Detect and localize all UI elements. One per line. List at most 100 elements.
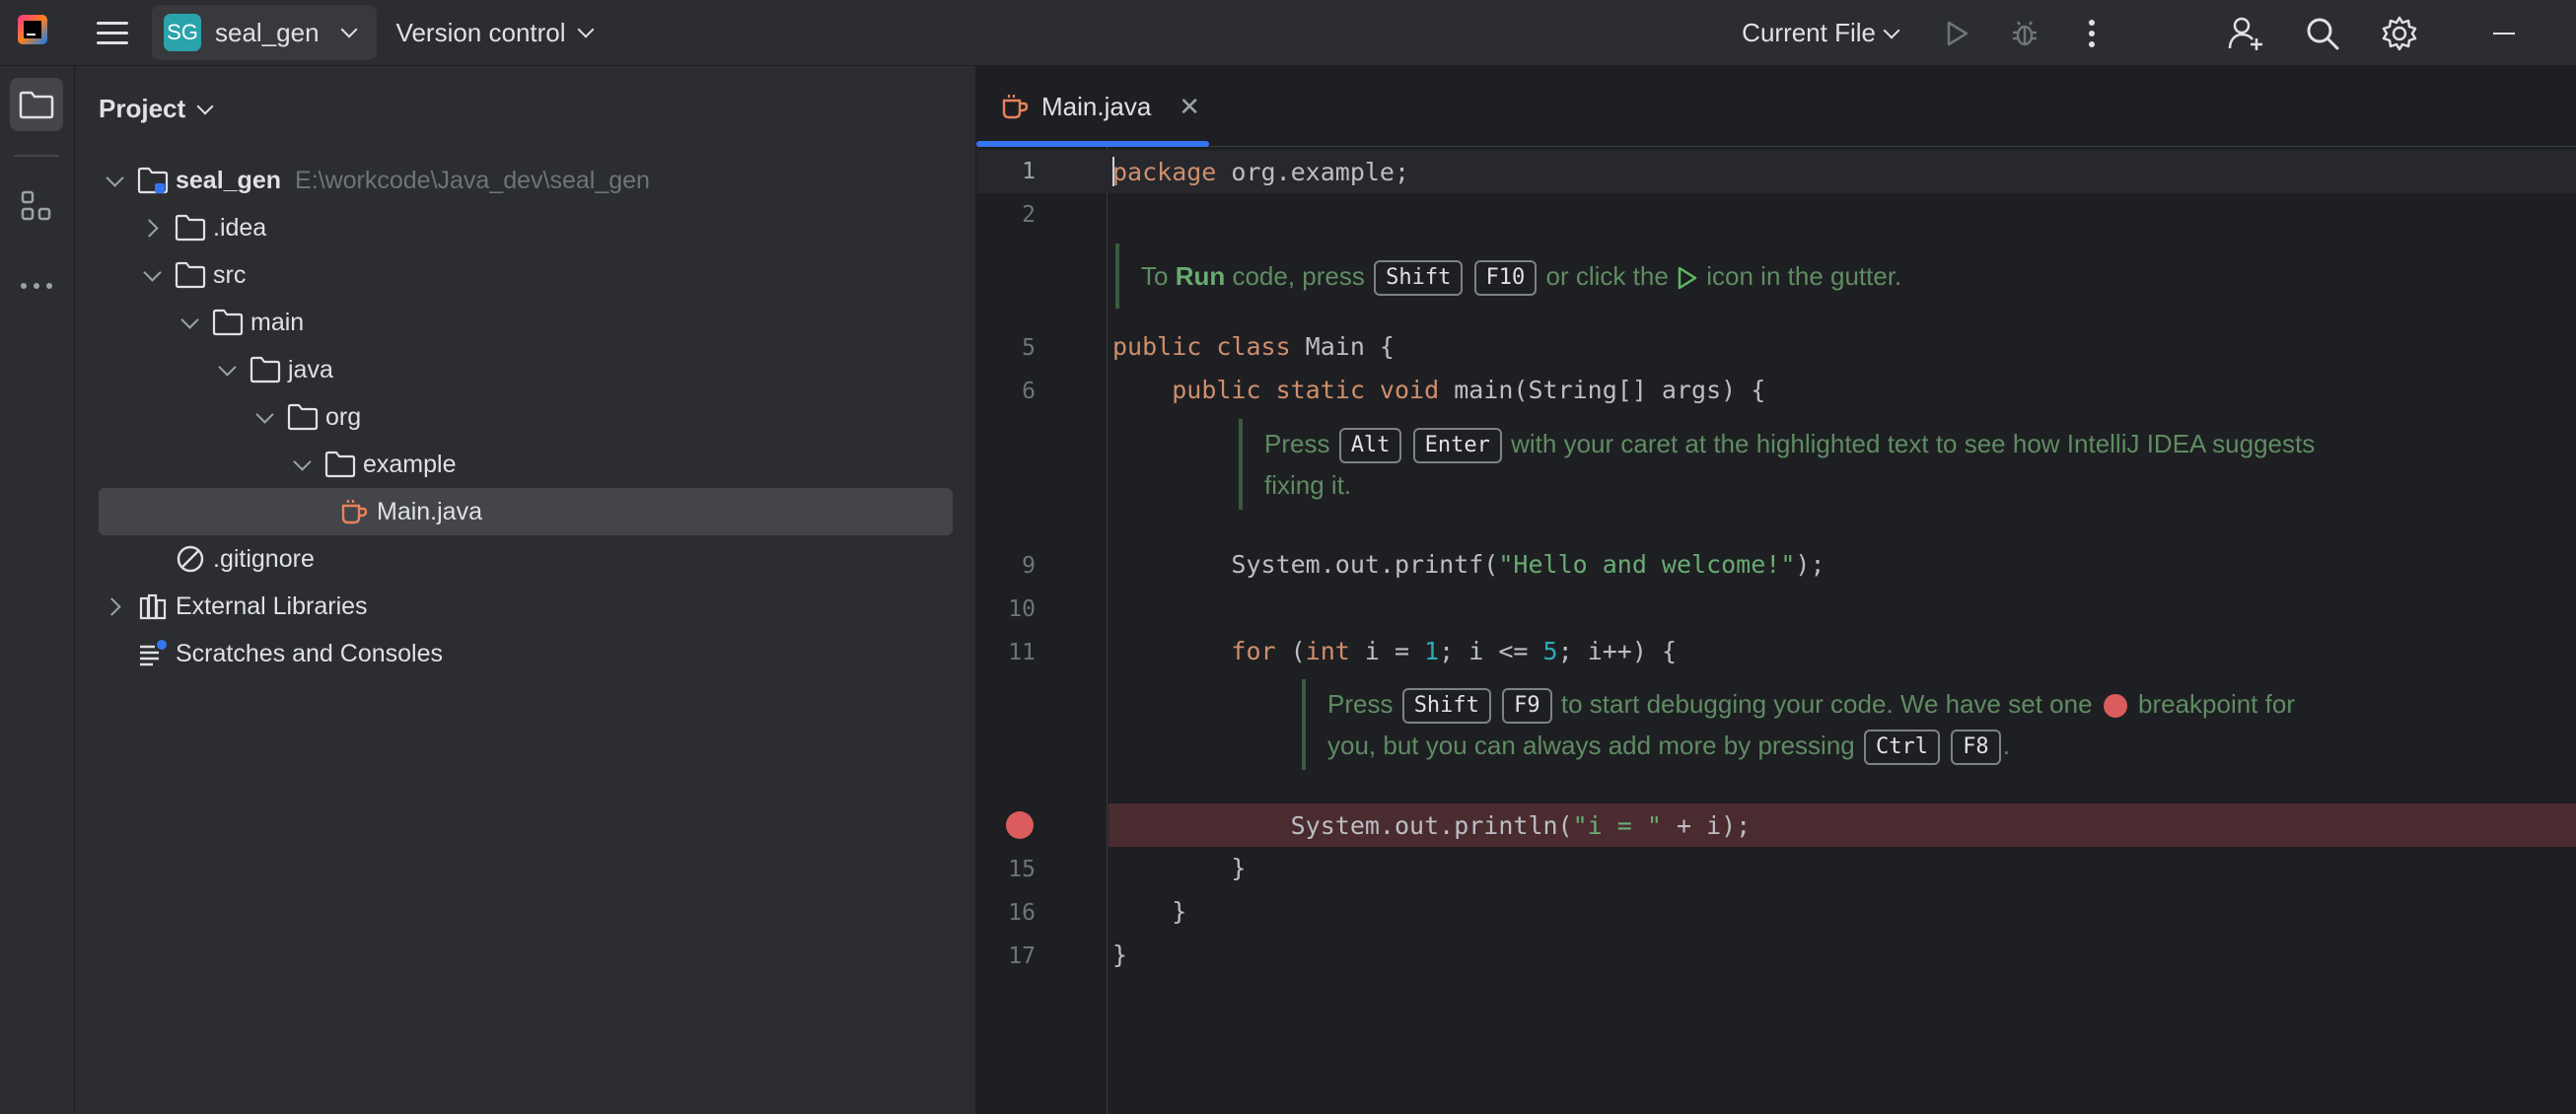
close-icon[interactable]: ✕ xyxy=(1179,92,1200,122)
code-token: "Hello and welcome!" xyxy=(1498,549,1796,579)
code-line[interactable]: public class Main { xyxy=(1112,326,1395,366)
editor-tab-bar: Main.java ✕ xyxy=(976,66,2576,147)
shortcut-key: Alt xyxy=(1338,428,1402,464)
hint-text: Press xyxy=(1327,689,1400,719)
tree-item-src[interactable]: src xyxy=(75,251,976,299)
code-with-me-button[interactable] xyxy=(2223,11,2268,56)
project-switcher[interactable]: SG seal_gen xyxy=(152,5,377,60)
tree-item-external-libraries[interactable]: External Libraries xyxy=(75,583,976,630)
chevron-down-icon[interactable] xyxy=(103,169,126,192)
code-token: System.out.printf( xyxy=(1231,549,1499,579)
project-tree: seal_gen E:\workcode\Java_dev\seal_gen .… xyxy=(75,157,976,677)
code-line[interactable]: for (int i = 1; i <= 5; i++) { xyxy=(1112,631,1677,670)
scratches-icon xyxy=(136,639,170,668)
module-folder-icon xyxy=(136,166,170,195)
run-configuration-selector[interactable]: Current File xyxy=(1742,18,1900,48)
more-tools-button[interactable] xyxy=(10,259,63,313)
gear-icon xyxy=(2382,16,2417,50)
line-number[interactable]: 9 xyxy=(976,553,1036,579)
code-token: package xyxy=(1112,157,1217,186)
search-button[interactable] xyxy=(2300,11,2345,56)
tree-item-scratches[interactable]: Scratches and Consoles xyxy=(75,630,976,677)
code-line[interactable]: } xyxy=(1112,848,1246,887)
code-token: } xyxy=(1112,896,1187,926)
java-file-icon xyxy=(337,497,371,526)
breakpoint-icon[interactable] xyxy=(1006,811,1034,839)
code-token: + i); xyxy=(1661,810,1752,840)
hint-text: Run xyxy=(1175,261,1226,291)
folder-icon xyxy=(249,355,282,384)
code-line[interactable]: } xyxy=(1112,935,1127,974)
debug-button[interactable] xyxy=(2002,11,2047,56)
chevron-down-icon[interactable] xyxy=(178,311,201,334)
code-line[interactable]: System.out.printf("Hello and welcome!"); xyxy=(1112,544,1825,584)
chevron-down-icon[interactable] xyxy=(140,263,164,287)
code-token: } xyxy=(1112,853,1247,882)
version-control-label: Version control xyxy=(395,17,566,47)
line-number[interactable]: 11 xyxy=(976,640,1036,665)
tree-item-label: Scratches and Consoles xyxy=(176,639,443,667)
chevron-right-icon[interactable] xyxy=(140,216,164,240)
line-number[interactable]: 15 xyxy=(976,857,1036,882)
chevron-down-icon[interactable] xyxy=(252,405,276,429)
code-line[interactable]: package org.example; xyxy=(1112,152,1409,191)
project-panel: Project seal_gen E:\workcode\Java_dev\se… xyxy=(75,66,976,1114)
tree-item-seal-gen[interactable]: seal_gen E:\workcode\Java_dev\seal_gen xyxy=(75,157,976,204)
tab-main-java[interactable]: Main.java ✕ xyxy=(1000,66,1200,147)
tree-item-main-java[interactable]: Main.java xyxy=(99,488,953,535)
line-number[interactable]: 2 xyxy=(976,202,1036,228)
line-number[interactable]: 17 xyxy=(976,943,1036,969)
tree-item-example[interactable]: example xyxy=(75,441,976,488)
chevron-down-icon xyxy=(1883,22,1900,38)
hint-text: with your caret at the highlighted text … xyxy=(1503,429,2316,458)
main-menu-button[interactable] xyxy=(97,14,134,51)
minimize-button[interactable] xyxy=(2481,11,2527,56)
tree-item-org[interactable]: org xyxy=(75,393,976,441)
shortcut-key: Shift xyxy=(1374,260,1464,297)
line-number[interactable]: 5 xyxy=(976,335,1036,361)
search-icon xyxy=(2307,18,2339,49)
shortcut-key: F10 xyxy=(1473,260,1538,297)
code-token: 5 xyxy=(1542,636,1558,665)
code-line[interactable]: } xyxy=(1112,891,1186,931)
code-token: main(String[] args) { xyxy=(1439,375,1766,404)
more-vertical-icon xyxy=(2089,19,2095,47)
tree-item-label: src xyxy=(213,260,247,289)
line-number[interactable]: 6 xyxy=(976,379,1036,404)
strip-separator xyxy=(14,155,59,157)
more-actions-button[interactable] xyxy=(2069,11,2114,56)
code-line[interactable]: System.out.println("i = " + i); xyxy=(1112,805,1752,845)
folder-icon xyxy=(211,308,245,337)
tree-item-label: Main.java xyxy=(377,497,482,525)
line-number[interactable]: 16 xyxy=(976,900,1036,926)
settings-button[interactable] xyxy=(2377,11,2422,56)
tree-item-main[interactable]: main xyxy=(75,299,976,346)
line-number[interactable]: 1 xyxy=(976,159,1036,184)
chevron-down-icon[interactable] xyxy=(290,453,314,476)
project-badge: SG xyxy=(164,14,201,51)
tree-item-gitignore[interactable]: .gitignore xyxy=(75,535,976,583)
folder-icon xyxy=(286,402,320,432)
version-control-menu[interactable]: Version control xyxy=(395,17,595,48)
tree-item-idea[interactable]: .idea xyxy=(75,204,976,251)
tree-item-label: .gitignore xyxy=(213,544,315,573)
code-token: ); xyxy=(1795,549,1825,579)
project-tool-button[interactable] xyxy=(10,78,63,131)
code-line[interactable]: public static void main(String[] args) { xyxy=(1112,370,1765,409)
chevron-down-icon[interactable] xyxy=(215,358,239,382)
structure-tool-button[interactable] xyxy=(10,179,63,233)
code-token: ; i++) { xyxy=(1557,636,1678,665)
shortcut-key: F9 xyxy=(1502,688,1552,725)
hint-text: . xyxy=(2002,731,2010,760)
inlay-hint-run: To Run code, press Shift F10 or click th… xyxy=(1115,244,1901,309)
tree-item-label: .idea xyxy=(213,213,267,242)
tree-item-label: java xyxy=(288,355,333,383)
project-view-selector[interactable]: Project xyxy=(99,94,214,124)
line-number[interactable]: 10 xyxy=(976,596,1036,622)
tree-item-java[interactable]: java xyxy=(75,346,976,393)
code-token: System.out.println( xyxy=(1290,810,1573,840)
run-button[interactable] xyxy=(1935,11,1980,56)
chevron-right-icon[interactable] xyxy=(103,594,126,618)
code-token: Main { xyxy=(1290,331,1395,361)
